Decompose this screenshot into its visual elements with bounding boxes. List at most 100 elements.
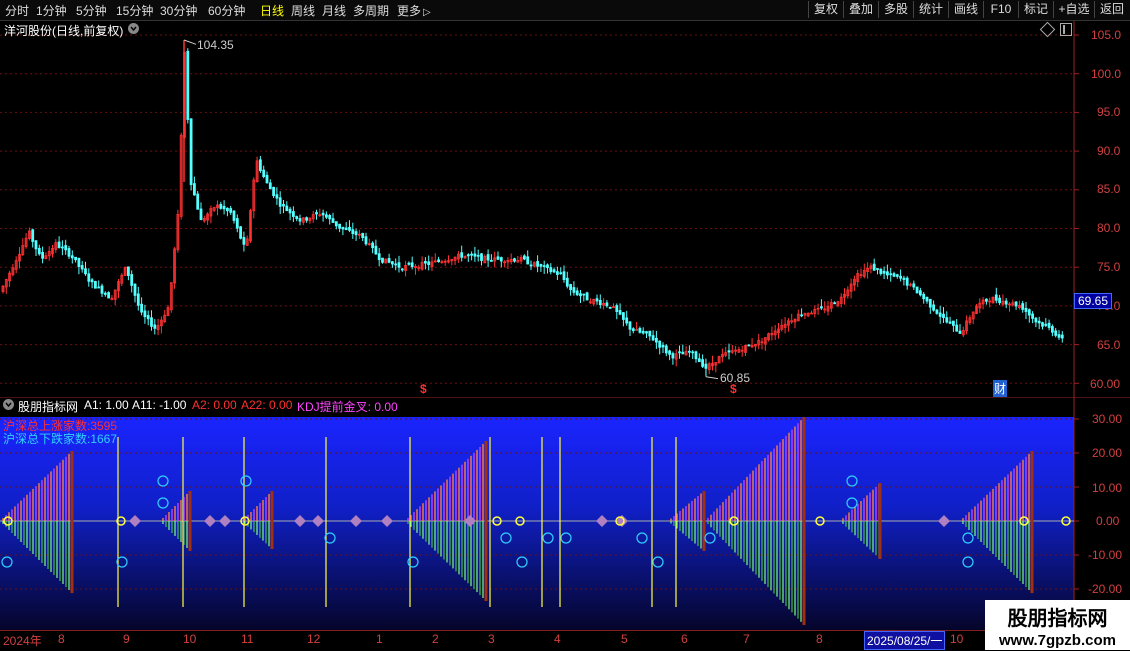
candle-body <box>922 293 926 300</box>
period-more[interactable]: 更多 ▷ <box>397 2 431 19</box>
y-tick: 90.0 <box>1097 144 1121 158</box>
period-monthly[interactable]: 月线 <box>322 2 346 19</box>
candle-body <box>1047 322 1051 328</box>
more-arrow-icon: ▷ <box>423 7 431 18</box>
candle-body <box>107 292 110 299</box>
indicator-chart[interactable] <box>0 397 1130 630</box>
candle-body <box>585 292 589 301</box>
low-pointer <box>705 376 719 380</box>
candle-body <box>298 218 302 222</box>
candle-body <box>523 255 526 260</box>
candle-body <box>324 214 328 218</box>
candle-body <box>638 328 642 333</box>
multi-stock-button[interactable]: 多股 <box>878 1 913 18</box>
candle-body <box>694 351 698 360</box>
mark-button[interactable]: 标记 <box>1018 1 1053 18</box>
candle-body <box>400 268 404 271</box>
y-tick: 85.0 <box>1097 182 1121 196</box>
candle-body <box>74 256 77 261</box>
candle-body <box>625 317 629 324</box>
candle-body <box>899 275 902 279</box>
period-timeshare[interactable]: 分时 <box>5 2 29 19</box>
indicator-y-tick: -20.00 <box>1088 582 1123 596</box>
candle-body <box>222 205 226 210</box>
candle-body <box>460 252 464 258</box>
candle-body <box>935 309 939 314</box>
statistics-button[interactable]: 统计 <box>913 1 948 18</box>
period-30min[interactable]: 30分钟 <box>160 2 197 19</box>
candle-body <box>285 205 289 212</box>
back-button[interactable]: 返回 <box>1094 1 1129 18</box>
add-watchlist-button[interactable]: +自选 <box>1053 1 1094 18</box>
candle-body <box>37 247 41 255</box>
date-label: 8 <box>58 632 65 646</box>
date-label: 2 <box>432 632 439 646</box>
period-weekly[interactable]: 周线 <box>291 2 315 19</box>
candle-body <box>833 302 836 305</box>
period-1min[interactable]: 1分钟 <box>36 2 67 19</box>
candle-body <box>235 218 239 229</box>
candle-body <box>377 253 381 261</box>
candle-body <box>526 256 530 265</box>
candle-body <box>390 261 394 265</box>
dividend-marker[interactable]: $ <box>420 382 427 396</box>
candle-body <box>315 212 318 215</box>
period-60min[interactable]: 60分钟 <box>208 2 245 19</box>
candle-body <box>80 265 84 270</box>
candle-body <box>747 344 751 347</box>
candle-body <box>1027 309 1031 316</box>
candle-body <box>697 358 701 363</box>
candle-body <box>671 353 675 359</box>
adjust-button[interactable]: 复权 <box>808 1 843 18</box>
period-multi[interactable]: 多周期 <box>353 2 389 19</box>
candle-body <box>1060 334 1064 339</box>
candle-body <box>889 273 893 276</box>
candle-body <box>67 248 71 257</box>
candle-body <box>932 304 935 311</box>
candle-body <box>556 271 559 275</box>
indicator-background <box>0 417 1074 630</box>
draw-line-button[interactable]: 画线 <box>948 1 983 18</box>
candle-body <box>668 350 671 355</box>
candle-body <box>800 314 803 317</box>
overlay-button[interactable]: 叠加 <box>843 1 878 18</box>
candle-body <box>618 310 622 315</box>
candle-body <box>466 254 470 257</box>
title-dropdown-icon[interactable] <box>128 23 139 34</box>
candle-body <box>608 306 612 309</box>
panel-toggle-icon[interactable] <box>1060 23 1072 36</box>
price-chart[interactable] <box>0 21 1130 397</box>
period-daily[interactable]: 日线 <box>260 2 284 19</box>
candle-body <box>291 211 295 217</box>
candle-body <box>150 317 153 327</box>
candle-body <box>41 252 44 259</box>
candle-body <box>427 261 431 265</box>
candle-body <box>423 261 427 264</box>
period-15min[interactable]: 15分钟 <box>116 2 153 19</box>
candle-body <box>882 270 886 274</box>
indicator-dropdown-icon[interactable] <box>3 399 14 410</box>
dividend-marker[interactable]: $ <box>730 382 737 396</box>
candle-body <box>499 257 503 262</box>
candle-body <box>661 344 665 348</box>
candle-body <box>268 182 272 190</box>
indicator-y-tick: 10.00 <box>1092 481 1123 495</box>
candle-body <box>648 330 652 337</box>
candle-body <box>955 324 959 332</box>
date-label: 3 <box>488 632 495 646</box>
y-tick: 80.0 <box>1097 221 1121 235</box>
period-5min[interactable]: 5分钟 <box>76 2 107 19</box>
candle-body <box>282 203 285 207</box>
candle-body <box>473 253 477 257</box>
candle-body <box>100 285 104 294</box>
candle-body <box>242 237 246 245</box>
finance-marker[interactable]: 财 <box>993 380 1008 397</box>
f10-button[interactable]: F10 <box>983 1 1018 18</box>
candle-body <box>635 329 638 331</box>
candle-body <box>371 242 375 249</box>
indicator-name: 股朋指标网 <box>18 400 79 414</box>
candle-body <box>229 208 233 213</box>
candle-body <box>928 298 932 308</box>
candle-body <box>948 321 952 324</box>
date-label: 11 <box>241 632 254 646</box>
